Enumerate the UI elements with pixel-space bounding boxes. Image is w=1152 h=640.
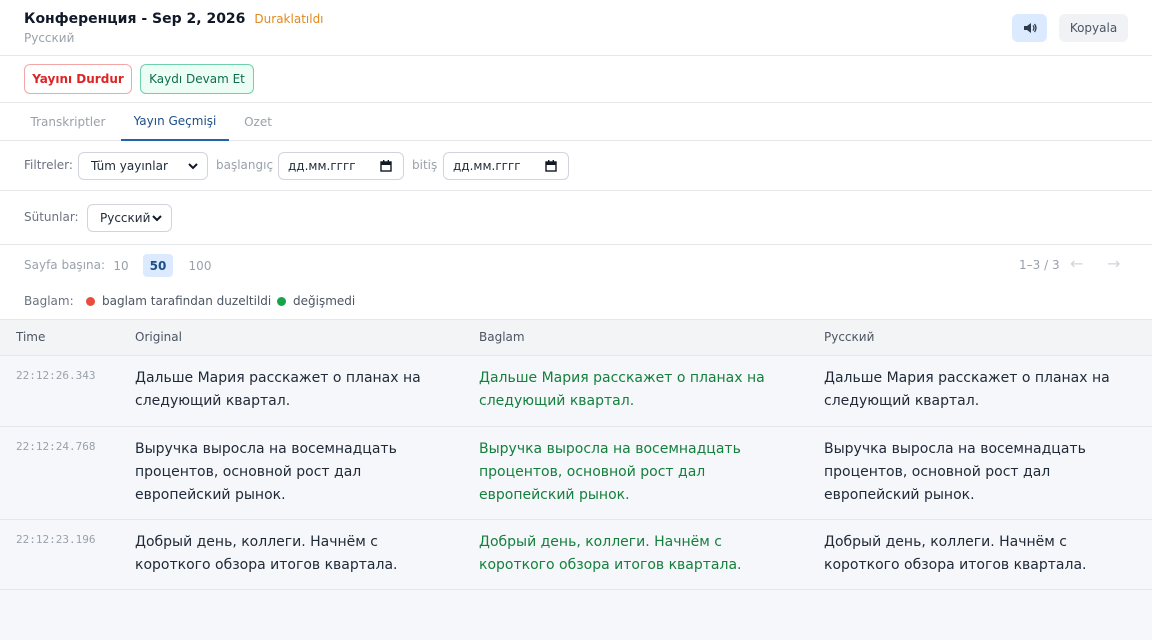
prev-page-button[interactable]: ←: [1070, 254, 1083, 273]
row-time: 22:12:24.768: [16, 440, 96, 453]
column-header-baglam: Baglam: [479, 330, 525, 344]
chevron-down-icon: [152, 215, 162, 222]
calendar-icon[interactable]: [380, 160, 392, 172]
header-bar: Конференция - Sep 2, 2026 Duraklatıldı Р…: [0, 0, 1152, 56]
row-baglam: Добрый день, коллеги. Начнём с короткого…: [479, 534, 742, 573]
filters-label: Filtreler:: [24, 158, 73, 172]
speaker-button[interactable]: [1012, 14, 1047, 42]
column-header-russian: Русский: [824, 330, 875, 344]
columns-select[interactable]: Русский: [87, 204, 172, 232]
start-date-placeholder: дд.мм.гггг: [288, 159, 356, 173]
row-russian: Выручка выросла на восемнадцать проценто…: [824, 441, 1086, 503]
row-original: Выручка выросла на восемнадцать проценто…: [135, 441, 397, 503]
paging-row: Sayfa başına: 10 50 100 1–3 / 3 ← →: [0, 245, 1152, 285]
row-original: Добрый день, коллеги. Начнём с короткого…: [135, 534, 398, 573]
end-date-label: bitiş: [412, 158, 438, 172]
per-page-option-50[interactable]: 50: [143, 254, 173, 277]
start-date-label: başlangıç: [216, 158, 274, 172]
legend-item-label: değişmedi: [293, 294, 356, 308]
status-badge: Duraklatıldı: [254, 12, 324, 26]
table-row: 22:12:24.768 Выручка выросла на восемнад…: [0, 427, 1152, 520]
tab-bar: Transkriptler Yayın Geçmişi Ozet: [0, 103, 1152, 141]
chevron-down-icon: [188, 163, 198, 170]
row-baglam: Выручка выросла на восемнадцать проценто…: [479, 441, 741, 503]
column-header-time: Time: [16, 330, 46, 344]
row-russian: Добрый день, коллеги. Начнём с короткого…: [824, 534, 1087, 573]
page-subtitle: Русский: [24, 31, 75, 45]
filters-row: Filtreler: Tüm yayınlar başlangıç дд.мм.…: [0, 141, 1152, 191]
per-page-label: Sayfa başına:: [24, 258, 106, 272]
row-original: Дальше Мария расскажет о планах на следу…: [135, 370, 421, 409]
next-page-button[interactable]: →: [1107, 254, 1120, 273]
green-dot-icon: [277, 296, 286, 306]
pagination-info: 1–3 / 3: [1019, 258, 1060, 272]
columns-select-value: Русский: [100, 211, 151, 225]
row-baglam: Дальше Мария расскажет о планах на следу…: [479, 370, 765, 409]
table-row: 22:12:26.343 Дальше Мария расскажет о пл…: [0, 356, 1152, 427]
row-time: 22:12:26.343: [16, 369, 96, 382]
table-row: 22:12:23.196 Добрый день, коллеги. Начнё…: [0, 520, 1152, 590]
stream-type-value: Tüm yayınlar: [91, 159, 168, 173]
copy-button[interactable]: Kopyala: [1059, 14, 1128, 42]
start-date-input[interactable]: дд.мм.гггг: [278, 152, 404, 180]
tab-summary[interactable]: Ozet: [238, 103, 278, 141]
columns-row: Sütunlar: Русский: [0, 191, 1152, 245]
context-legend: Baglam: baglam tarafindan duzeltildi değ…: [0, 285, 1152, 319]
column-header-original: Original: [135, 330, 182, 344]
columns-label: Sütunlar:: [24, 210, 79, 224]
legend-item-unchanged: değişmedi: [277, 294, 355, 308]
tab-stream-history[interactable]: Yayın Geçmişi: [121, 103, 229, 141]
table-header: Time Original Baglam Русский: [0, 319, 1152, 356]
tab-transcripts[interactable]: Transkriptler: [24, 103, 112, 141]
legend-item-corrected: baglam tarafindan duzeltildi: [86, 294, 271, 308]
row-time: 22:12:23.196: [16, 533, 96, 546]
stop-stream-button[interactable]: Yayını Durdur: [24, 64, 132, 94]
per-page-option-100[interactable]: 100: [183, 254, 217, 277]
end-date-input[interactable]: дд.мм.гггг: [443, 152, 569, 180]
page-title: Конференция - Sep 2, 2026: [24, 11, 246, 27]
resume-recording-button[interactable]: Kaydı Devam Et: [140, 64, 254, 94]
title-line: Конференция - Sep 2, 2026 Duraklatıldı: [24, 11, 324, 27]
row-russian: Дальше Мария расскажет о планах на следу…: [824, 370, 1110, 409]
action-bar: Yayını Durdur Kaydı Devam Et: [0, 56, 1152, 103]
red-dot-icon: [86, 296, 95, 306]
speaker-icon: [1023, 23, 1037, 33]
end-date-placeholder: дд.мм.гггг: [453, 159, 521, 173]
legend-label: Baglam:: [24, 294, 74, 308]
per-page-option-10[interactable]: 10: [109, 254, 133, 277]
legend-item-label: baglam tarafindan duzeltildi: [102, 294, 272, 308]
stream-type-select[interactable]: Tüm yayınlar: [78, 152, 208, 180]
calendar-icon[interactable]: [545, 160, 557, 172]
